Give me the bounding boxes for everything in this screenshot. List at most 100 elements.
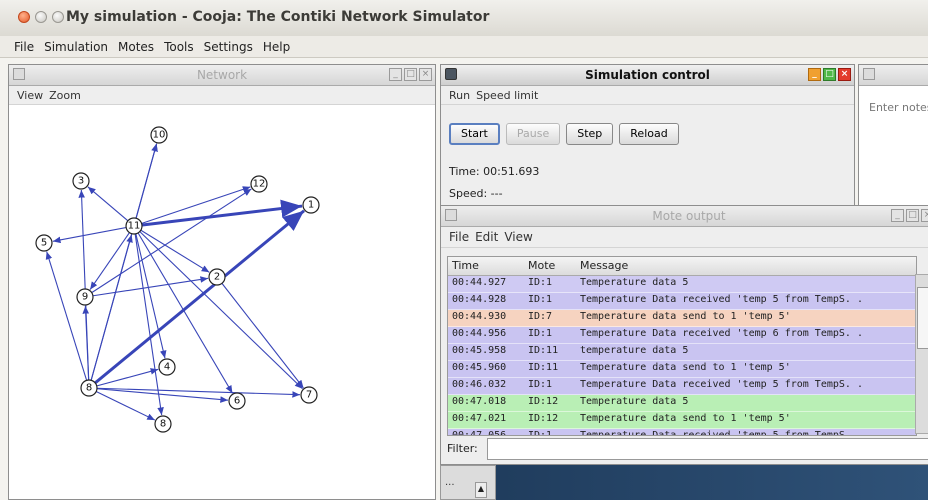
mote-id-label: 10: [153, 130, 166, 141]
link-8-9: [82, 305, 90, 389]
cell-mote: ID:11: [528, 345, 559, 356]
table-scrollbar[interactable]: [915, 274, 928, 434]
minimize-icon[interactable]: _: [891, 209, 904, 222]
link-11-5: [52, 225, 135, 244]
table-row[interactable]: 00:44.927 ID:1 Temperature data 5: [448, 276, 916, 293]
table-row[interactable]: 00:44.956 ID:1 Temperature Data received '…: [448, 327, 916, 344]
cell-msg: Temperature data 5: [580, 277, 689, 288]
menu-zoom[interactable]: Zoom: [49, 89, 81, 102]
filter-input[interactable]: [487, 438, 928, 460]
maximize-icon[interactable]: □: [404, 68, 417, 81]
table-row[interactable]: 00:47.018 ID:12 Temperature data 5: [448, 395, 916, 412]
menu-tools[interactable]: Tools: [164, 40, 194, 54]
menu-run[interactable]: Run: [449, 89, 470, 102]
notes-titlebar[interactable]: [859, 65, 928, 86]
main-menubar: File Simulation Motes Tools Settings Hel…: [0, 36, 928, 58]
mote-output-window: Mote output _ □ × File Edit View Time Mo…: [440, 205, 928, 465]
window-menu-icon[interactable]: [445, 68, 457, 80]
table-row[interactable]: 00:44.928 ID:1 Temperature Data received '…: [448, 293, 916, 310]
window-close-button[interactable]: [18, 11, 30, 23]
table-row[interactable]: 00:45.960 ID:11 Temperature data send to 1…: [448, 361, 916, 378]
table-row[interactable]: 00:47.021 ID:12 Temperature data send to 1…: [448, 412, 916, 429]
minimized-window[interactable]: ··· ▲: [440, 465, 496, 500]
table-row[interactable]: 00:44.930 ID:7 Temperature data send to 1 …: [448, 310, 916, 327]
mote-node[interactable]: 1: [302, 196, 320, 214]
cell-mote: ID:1: [528, 379, 553, 390]
scrollbar-thumb[interactable]: [917, 287, 928, 349]
background-desktop-strip: [440, 465, 928, 500]
cell-msg: Temperature Data received 'temp 5 from T…: [580, 379, 863, 390]
pause-button[interactable]: Pause: [505, 123, 561, 145]
mote-node[interactable]: 8: [154, 415, 172, 433]
menu-help[interactable]: Help: [263, 40, 290, 54]
maximize-icon[interactable]: □: [906, 209, 919, 222]
close-icon[interactable]: ×: [419, 68, 432, 81]
window-minimize-button[interactable]: [35, 11, 47, 23]
moteout-title: Mote output: [652, 209, 726, 223]
cell-msg: temperature data 5: [580, 345, 689, 356]
mote-node[interactable]: 7: [300, 386, 318, 404]
notes-placeholder[interactable]: Enter notes: [869, 101, 928, 114]
mote-node[interactable]: 11: [125, 217, 143, 235]
window-menu-icon[interactable]: [13, 68, 25, 80]
menu-view[interactable]: View: [17, 89, 43, 102]
table-row[interactable]: 00:45.958 ID:11 temperature data 5: [448, 344, 916, 361]
table-body: 00:44.927 ID:1 Temperature data 5 00:44.928…: [448, 276, 916, 436]
cell-time: 00:44.927: [452, 277, 507, 288]
menu-speed-limit[interactable]: Speed limit: [476, 89, 538, 102]
close-icon[interactable]: ×: [838, 68, 851, 81]
cell-mote: ID:1: [528, 328, 553, 339]
table-row[interactable]: 00:46.032 ID:1 Temperature Data received '…: [448, 378, 916, 395]
mote-node[interactable]: 4: [158, 358, 176, 376]
network-graph[interactable]: 103 1211152948678: [9, 105, 435, 499]
column-message[interactable]: Message: [580, 259, 628, 272]
column-mote[interactable]: Mote: [528, 259, 555, 272]
cell-mote: ID:7: [528, 311, 553, 322]
mote-node[interactable]: 9: [76, 288, 94, 306]
link-11-1: [133, 199, 303, 228]
simctl-titlebar[interactable]: Simulation control _ □ ×: [441, 65, 854, 86]
menu-edit[interactable]: Edit: [475, 230, 498, 244]
cell-mote: ID:12: [528, 413, 559, 424]
mote-node[interactable]: 5: [35, 234, 53, 252]
menu-settings[interactable]: Settings: [204, 40, 253, 54]
network-titlebar[interactable]: Network _ □ ×: [9, 65, 435, 86]
mote-node[interactable]: 12: [250, 175, 268, 193]
menu-simulation[interactable]: Simulation: [44, 40, 108, 54]
mote-node[interactable]: 8: [80, 379, 98, 397]
maximize-icon[interactable]: □: [823, 68, 836, 81]
cell-msg: Temperature data send to 1 'temp 5': [580, 362, 791, 373]
menu-view[interactable]: View: [504, 230, 532, 244]
mote-node[interactable]: 10: [150, 126, 168, 144]
reload-button[interactable]: Reload: [619, 123, 679, 145]
mote-node[interactable]: 6: [228, 392, 246, 410]
simulation-control-window: Simulation control _ □ × Run Speed limit…: [440, 64, 855, 208]
mote-id-label: 5: [41, 238, 47, 249]
table-row[interactable]: 00:47.056 ID:1 Temperature Data received '…: [448, 429, 916, 436]
moteout-titlebar[interactable]: Mote output _ □ ×: [441, 206, 928, 227]
cell-msg: Temperature data send to 1 'temp 5': [580, 311, 791, 322]
cell-time: 00:47.056: [452, 430, 507, 436]
menu-motes[interactable]: Motes: [118, 40, 154, 54]
close-icon[interactable]: ×: [921, 209, 928, 222]
cell-msg: Temperature data send to 1 'temp 5': [580, 413, 791, 424]
step-button[interactable]: Step: [566, 123, 614, 145]
scroll-arrow-icon[interactable]: ▲: [475, 482, 487, 498]
link-2-7: [216, 276, 304, 389]
minimize-icon[interactable]: _: [389, 68, 402, 81]
network-title: Network: [196, 68, 248, 82]
mote-node[interactable]: 2: [208, 268, 226, 286]
minimize-icon[interactable]: _: [808, 68, 821, 81]
mote-id-label: 6: [234, 396, 240, 407]
column-time[interactable]: Time: [452, 259, 479, 272]
window-menu-icon[interactable]: [863, 68, 875, 80]
cell-mote: ID:1: [528, 430, 553, 436]
menu-file[interactable]: File: [14, 40, 34, 54]
mote-node[interactable]: 3: [72, 172, 90, 190]
window-maximize-button[interactable]: [52, 11, 64, 23]
window-menu-icon[interactable]: [445, 209, 457, 221]
mote-output-table[interactable]: Time Mote Message 00:44.927 ID:1 Temperatu…: [447, 256, 917, 436]
menu-file[interactable]: File: [449, 230, 469, 244]
moteout-menubar: File Edit View: [441, 227, 928, 248]
start-button[interactable]: Start: [449, 123, 500, 145]
